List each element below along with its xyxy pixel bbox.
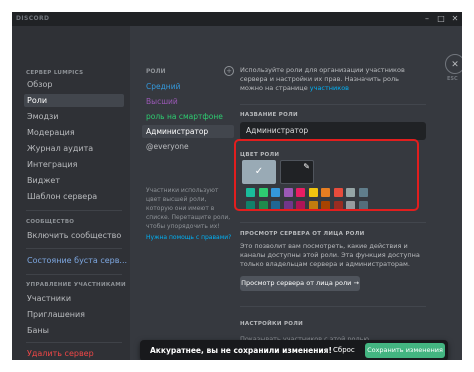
- sidebar-item-members[interactable]: Участники: [24, 292, 124, 305]
- permissions-help-link[interactable]: Нужна помощь с правами?: [146, 234, 231, 241]
- sidebar-item-moderation[interactable]: Модерация: [24, 126, 124, 139]
- roles-intro: Используйте роли для организации участни…: [240, 66, 410, 93]
- role-item-everyone[interactable]: @everyone: [142, 140, 234, 153]
- sidebar-item-server-template[interactable]: Шаблон сервера: [24, 190, 124, 203]
- sidebar-item-boost-status[interactable]: Состояние буста серв...: [24, 254, 127, 267]
- sidebar-item-enable-community[interactable]: Включить сообщество: [24, 229, 124, 242]
- sidebar-divider: [26, 274, 122, 275]
- role-settings-label: НАСТРОЙКИ РОЛИ: [240, 321, 304, 327]
- esc-label: ESC: [447, 76, 458, 82]
- sidebar-item-delete-server[interactable]: Удалить сервер: [24, 347, 124, 360]
- sidebar-divider: [26, 248, 122, 249]
- sidebar-item-widget[interactable]: Виджет: [24, 174, 124, 187]
- roles-hint: Участники используют цвет высшей роли, к…: [146, 187, 231, 230]
- sidebar-item-bans[interactable]: Баны: [24, 324, 124, 337]
- close-icon[interactable]: ✕: [448, 13, 462, 25]
- preview-description: Это позволит вам посмотреть, какие дейст…: [240, 242, 420, 268]
- app-title: DISCORD: [16, 15, 50, 22]
- divider: [240, 104, 426, 105]
- minimize-icon[interactable]: –: [420, 13, 434, 25]
- app-window: DISCORD – □ ✕ СЕРВЕР LUMPICS Обзор Роли …: [12, 12, 462, 360]
- view-as-role-button[interactable]: Просмотр сервера от лица роли →: [240, 276, 360, 291]
- sidebar-item-emoji[interactable]: Эмодзи: [24, 110, 124, 123]
- role-name-label: НАЗВАНИЕ РОЛИ: [240, 112, 298, 118]
- sidebar-item-invites[interactable]: Приглашения: [24, 308, 124, 321]
- roles-column: РОЛИ + Средний Высший роль на смартфоне …: [130, 26, 234, 360]
- highlight-frame: [234, 139, 419, 211]
- add-role-icon[interactable]: +: [224, 66, 234, 76]
- settings-sidebar: СЕРВЕР LUMPICS Обзор Роли Эмодзи Модерац…: [12, 26, 130, 360]
- sidebar-divider: [26, 210, 122, 211]
- role-item-smartphone[interactable]: роль на смартфоне: [142, 110, 234, 123]
- sidebar-item-overview[interactable]: Обзор: [24, 78, 124, 91]
- preview-label: ПРОСМОТР СЕРВЕРА ОТ ЛИЦА РОЛИ: [240, 231, 365, 237]
- close-settings-icon[interactable]: ✕: [445, 54, 462, 74]
- save-changes-button[interactable]: Сохранить изменения: [365, 343, 445, 358]
- roles-header: РОЛИ: [146, 68, 166, 75]
- maximize-icon[interactable]: □: [434, 13, 448, 25]
- section-header-server: СЕРВЕР LUMPICS: [26, 70, 84, 76]
- sidebar-item-integrations[interactable]: Интеграция: [24, 158, 124, 171]
- section-header-members: УПРАВЛЕНИЕ УЧАСТНИКАМИ: [26, 282, 126, 288]
- unsaved-message: Аккуратнее, вы не сохранили изменения!: [150, 346, 332, 355]
- role-name-input[interactable]: Администратор: [240, 122, 426, 140]
- unsaved-changes-bar: Аккуратнее, вы не сохранили изменения! С…: [140, 340, 448, 360]
- section-header-community: СООБЩЕСТВО: [26, 219, 75, 225]
- members-link[interactable]: участников: [310, 84, 349, 92]
- titlebar: DISCORD – □ ✕: [12, 12, 462, 26]
- divider: [240, 222, 426, 223]
- role-item-highest[interactable]: Высший: [142, 95, 234, 108]
- role-item-administrator[interactable]: Администратор: [142, 125, 234, 138]
- sidebar-item-audit-log[interactable]: Журнал аудита: [24, 142, 124, 155]
- sidebar-divider: [26, 342, 122, 343]
- role-item-medium[interactable]: Средний: [142, 80, 234, 93]
- sidebar-item-roles[interactable]: Роли: [24, 94, 124, 107]
- reset-button[interactable]: Сброс: [333, 340, 355, 360]
- divider: [240, 306, 426, 307]
